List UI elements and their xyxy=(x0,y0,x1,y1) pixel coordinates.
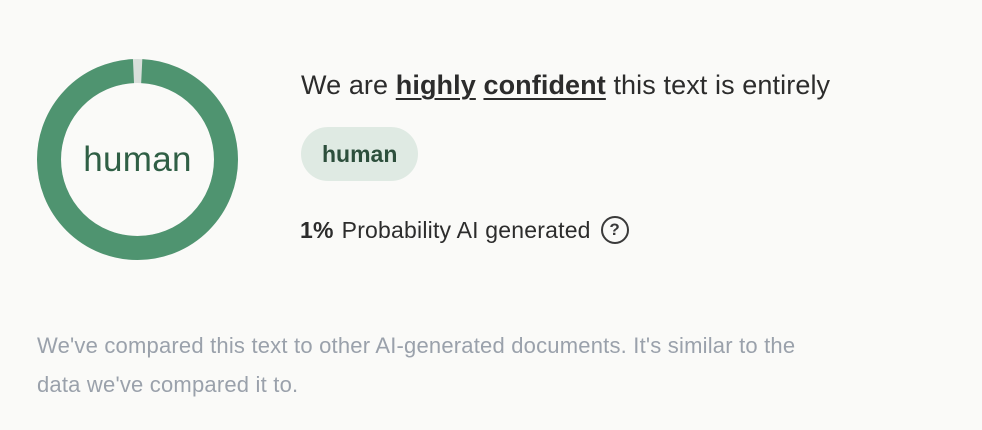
question-circle-icon[interactable]: ? xyxy=(600,216,629,244)
result-donut-chart: human xyxy=(37,59,238,260)
headline-emphasis-confident: confident xyxy=(483,70,606,100)
headline-suffix: this text is entirely xyxy=(605,70,831,100)
ai-probability-label: Probability AI generated xyxy=(341,216,591,243)
headline-emphasis-highly: highly xyxy=(395,70,476,100)
headline-prefix: We are xyxy=(301,70,396,100)
classification-badge: human xyxy=(301,127,419,181)
comparison-footnote: We've compared this text to other AI-gen… xyxy=(37,333,796,397)
ai-probability-row: 1% Probability AI generated ? xyxy=(300,216,629,244)
donut-center-label: human xyxy=(83,139,192,179)
confidence-headline: We are highly confident this text is ent… xyxy=(301,70,830,101)
ai-probability-value: 1% xyxy=(300,216,334,243)
